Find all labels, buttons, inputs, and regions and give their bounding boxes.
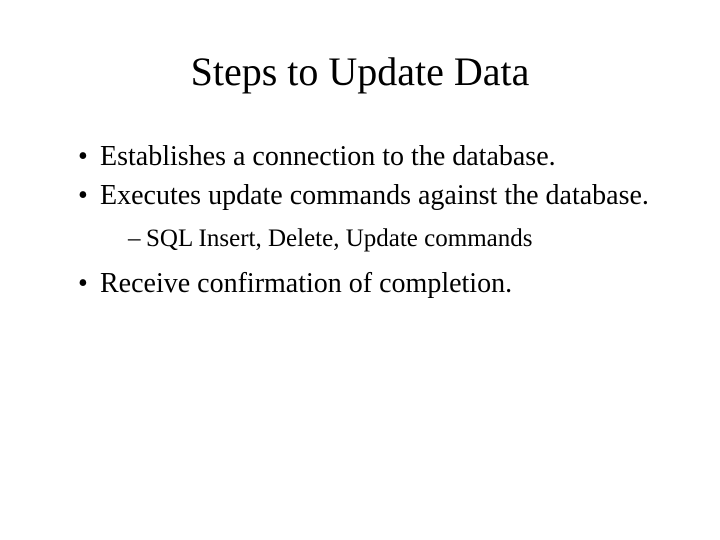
slide-title: Steps to Update Data [60, 48, 660, 95]
sub-item: SQL Insert, Delete, Update commands [128, 223, 660, 256]
bullet-item: Establishes a connection to the database… [78, 139, 660, 174]
bullet-item: Receive confirmation of completion. [78, 266, 660, 301]
sub-list: SQL Insert, Delete, Update commands [100, 223, 660, 256]
bullet-text: Executes update commands against the dat… [100, 180, 649, 211]
bullet-item: Executes update commands against the dat… [78, 178, 660, 256]
bullet-list: Establishes a connection to the database… [60, 139, 660, 301]
